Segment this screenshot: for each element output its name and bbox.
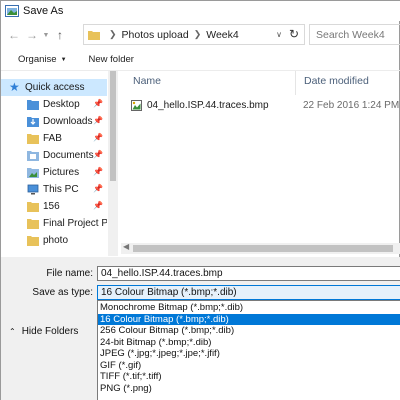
nav-item-documents[interactable]: Documents 📌 bbox=[1, 147, 107, 164]
type-option-256-colour[interactable]: 256 Colour Bitmap (*.bmp;*.dib) bbox=[98, 325, 400, 337]
hide-folders-button[interactable]: ⌃ Hide Folders bbox=[9, 326, 78, 337]
breadcrumb-photos-upload[interactable]: Photos upload bbox=[122, 29, 189, 41]
scrollbar-thumb[interactable] bbox=[133, 245, 393, 252]
star-icon: ★ bbox=[9, 80, 20, 94]
pin-icon[interactable]: 📌 bbox=[93, 184, 103, 193]
address-bar[interactable]: ❯ Photos upload ❯ Week4 ∨ ↻ bbox=[83, 24, 305, 45]
folder-icon bbox=[27, 219, 39, 229]
bmp-file-icon bbox=[131, 99, 142, 111]
desktop-folder-icon bbox=[27, 100, 39, 110]
column-header-date-modified[interactable]: Date modified bbox=[304, 75, 369, 91]
type-option-png[interactable]: PNG (*.png) bbox=[98, 383, 400, 395]
address-row: ← → ▼ ↑ ❯ Photos upload ❯ Week4 ∨ ↻ Sear… bbox=[1, 23, 400, 47]
chevron-right-icon: ❯ bbox=[193, 29, 202, 39]
nav-item-quick-access[interactable]: ★ Quick access bbox=[1, 79, 107, 96]
refresh-icon[interactable]: ↻ bbox=[289, 27, 299, 41]
save-as-dialog: Save As ← → ▼ ↑ ❯ Photos upload ❯ Week4 … bbox=[0, 0, 400, 400]
save-as-type-dropdown: Monochrome Bitmap (*.bmp;*.dib) 16 Colou… bbox=[97, 300, 400, 400]
recent-dropdown-icon[interactable]: ▼ bbox=[41, 25, 51, 45]
folder-icon bbox=[88, 30, 100, 40]
nav-item-photo[interactable]: photo bbox=[1, 232, 107, 249]
file-name-input[interactable]: 04_hello.ISP.44.traces.bmp bbox=[97, 266, 400, 281]
nav-item-label: Desktop bbox=[43, 99, 80, 110]
nav-item-label: Final Project Pa bbox=[43, 218, 107, 229]
scroll-left-icon[interactable]: ◀ bbox=[123, 242, 129, 251]
file-list: Name Date modified 04_hello.ISP.44.trace… bbox=[121, 71, 400, 256]
pin-icon[interactable]: 📌 bbox=[93, 201, 103, 210]
folder-icon bbox=[27, 236, 39, 246]
type-option-monochrome[interactable]: Monochrome Bitmap (*.bmp;*.dib) bbox=[98, 302, 400, 314]
nav-item-fab[interactable]: FAB 📌 bbox=[1, 130, 107, 147]
up-arrow-icon[interactable]: ↑ bbox=[51, 25, 69, 45]
type-option-24-bit[interactable]: 24-bit Bitmap (*.bmp;*.dib) bbox=[98, 337, 400, 349]
nav-item-label: Quick access bbox=[25, 82, 85, 93]
type-option-gif[interactable]: GIF (*.gif) bbox=[98, 360, 400, 372]
nav-item-label: Downloads bbox=[43, 116, 93, 127]
folder-icon bbox=[27, 202, 39, 212]
nav-item-downloads[interactable]: Downloads 📌 bbox=[1, 113, 107, 130]
pin-icon[interactable]: 📌 bbox=[93, 116, 103, 125]
type-option-jpeg[interactable]: JPEG (*.jpg;*.jpeg;*.jpe;*.jfif) bbox=[98, 348, 400, 360]
pin-icon[interactable]: 📌 bbox=[93, 167, 103, 176]
type-option-tiff[interactable]: TIFF (*.tif;*.tiff) bbox=[98, 371, 400, 383]
column-divider[interactable] bbox=[295, 71, 296, 95]
paint-app-icon bbox=[5, 5, 19, 17]
nav-item-this-pc[interactable]: This PC 📌 bbox=[1, 181, 107, 198]
file-date: 22 Feb 2016 1:24 PM bbox=[303, 99, 400, 111]
pin-icon[interactable]: 📌 bbox=[93, 133, 103, 142]
nav-item-label: Documents bbox=[43, 150, 94, 161]
forward-arrow-icon[interactable]: → bbox=[23, 25, 41, 45]
pictures-folder-icon bbox=[27, 168, 39, 178]
title-bar: Save As bbox=[1, 1, 400, 21]
nav-item-pictures[interactable]: Pictures 📌 bbox=[1, 164, 107, 181]
type-option-16-colour[interactable]: 16 Colour Bitmap (*.bmp;*.dib) bbox=[98, 313, 400, 325]
pin-icon[interactable]: 📌 bbox=[93, 99, 103, 108]
nav-item-label: photo bbox=[43, 235, 69, 246]
nav-item-label: Pictures bbox=[43, 167, 80, 178]
documents-folder-icon bbox=[27, 151, 39, 161]
caret-down-icon: ▼ bbox=[60, 57, 67, 63]
column-header-name[interactable]: Name bbox=[133, 75, 161, 91]
address-dropdown-icon[interactable]: ∨ bbox=[276, 30, 282, 39]
nav-item-156[interactable]: 156 📌 bbox=[1, 198, 107, 215]
computer-icon bbox=[27, 184, 39, 195]
folder-icon bbox=[27, 134, 39, 144]
nav-item-label: This PC bbox=[43, 184, 79, 195]
hide-folders-label: Hide Folders bbox=[21, 326, 79, 337]
chevron-right-icon: ❯ bbox=[109, 29, 117, 39]
nav-item-label: FAB bbox=[43, 133, 62, 144]
file-name: 04_hello.ISP.44.traces.bmp bbox=[147, 99, 269, 111]
organise-label: Organise bbox=[18, 54, 57, 65]
file-name-label: File name: bbox=[46, 268, 93, 279]
new-folder-button[interactable]: New folder bbox=[89, 54, 134, 65]
file-row[interactable]: 04_hello.ISP.44.traces.bmp 22 Feb 2016 1… bbox=[131, 97, 400, 113]
nav-item-final-project[interactable]: Final Project Pa bbox=[1, 215, 107, 232]
search-input[interactable]: Search Week4 bbox=[309, 24, 400, 45]
scrollbar-thumb[interactable] bbox=[110, 71, 116, 181]
breadcrumb-week4[interactable]: Week4 bbox=[206, 29, 239, 41]
navigation-pane: ★ Quick access Desktop 📌 Downloads 📌 FAB… bbox=[1, 71, 119, 256]
command-bar: Organise ▼ New folder bbox=[1, 49, 400, 71]
file-list-hscrollbar[interactable]: ◀ bbox=[121, 242, 400, 254]
downloads-folder-icon bbox=[27, 117, 39, 127]
chevron-up-icon: ⌃ bbox=[9, 327, 16, 336]
nav-pane-scrollbar[interactable] bbox=[108, 71, 118, 256]
back-arrow-icon[interactable]: ← bbox=[5, 25, 23, 45]
organise-button[interactable]: Organise ▼ bbox=[18, 54, 67, 65]
save-as-type-label: Save as type: bbox=[32, 287, 93, 298]
save-as-type-select[interactable]: 16 Colour Bitmap (*.bmp;*.dib) bbox=[97, 285, 400, 300]
nav-item-label: 156 bbox=[43, 201, 60, 212]
nav-item-desktop[interactable]: Desktop 📌 bbox=[1, 96, 107, 113]
search-placeholder: Search Week4 bbox=[316, 28, 385, 41]
window-title: Save As bbox=[23, 5, 64, 17]
pin-icon[interactable]: 📌 bbox=[93, 150, 103, 159]
